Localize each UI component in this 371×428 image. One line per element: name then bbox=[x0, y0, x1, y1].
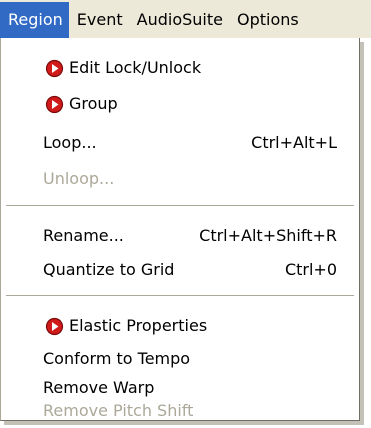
menu-item-label: Quantize to Grid bbox=[43, 260, 175, 279]
menubar-options[interactable]: Options bbox=[229, 2, 305, 38]
menu-shadow-right bbox=[360, 42, 364, 425]
menubar-region[interactable]: Region bbox=[0, 2, 69, 38]
menu-item-edit-lock-unlock[interactable]: Edit Lock/Unlock bbox=[1, 52, 359, 84]
menubar-event[interactable]: Event bbox=[69, 2, 129, 38]
menu-item-label: Edit Lock/Unlock bbox=[69, 58, 202, 77]
menu-item-quantize-to-grid[interactable]: Quantize to Grid Ctrl+0 bbox=[1, 254, 359, 286]
menu-item-shortcut: Ctrl+Alt+L bbox=[251, 133, 337, 152]
menu-bar: Region Event AudioSuite Options bbox=[0, 0, 371, 38]
menu-item-rename[interactable]: Rename... Ctrl+Alt+Shift+R bbox=[1, 220, 359, 252]
menu-item-remove-warp[interactable]: Remove Warp bbox=[1, 372, 359, 404]
menu-item-loop[interactable]: Loop... Ctrl+Alt+L bbox=[1, 127, 359, 159]
menu-item-shortcut: Ctrl+Alt+Shift+R bbox=[199, 226, 337, 245]
menu-shadow-bottom bbox=[4, 421, 364, 425]
menu-item-shortcut: Ctrl+0 bbox=[284, 260, 337, 279]
menubar-audiosuite[interactable]: AudioSuite bbox=[129, 2, 229, 38]
menu-item-remove-pitch-shift[interactable]: Remove Pitch Shift bbox=[1, 401, 359, 421]
menu-item-label: Remove Pitch Shift bbox=[43, 401, 194, 420]
menu-item-group[interactable]: Group bbox=[1, 88, 359, 120]
menu-item-label: Rename... bbox=[43, 226, 124, 245]
menu-item-label: Group bbox=[69, 94, 118, 113]
region-dropdown-menu: Edit Lock/Unlock Group Loop... Ctrl+Alt+… bbox=[0, 38, 360, 421]
menu-separator bbox=[6, 295, 354, 297]
record-arrow-icon bbox=[45, 95, 64, 114]
menu-item-label: Remove Warp bbox=[43, 378, 155, 397]
menu-item-unloop[interactable]: Unloop... bbox=[1, 163, 359, 195]
menu-separator bbox=[6, 205, 354, 207]
record-arrow-icon bbox=[45, 59, 64, 78]
menu-item-label: Loop... bbox=[43, 133, 97, 152]
menu-item-label: Conform to Tempo bbox=[43, 349, 191, 368]
menu-item-label: Unloop... bbox=[43, 169, 115, 188]
menu-item-conform-to-tempo[interactable]: Conform to Tempo bbox=[1, 343, 359, 375]
menu-item-elastic-properties[interactable]: Elastic Properties bbox=[1, 310, 359, 342]
record-arrow-icon bbox=[45, 317, 64, 336]
menu-item-label: Elastic Properties bbox=[69, 316, 208, 335]
